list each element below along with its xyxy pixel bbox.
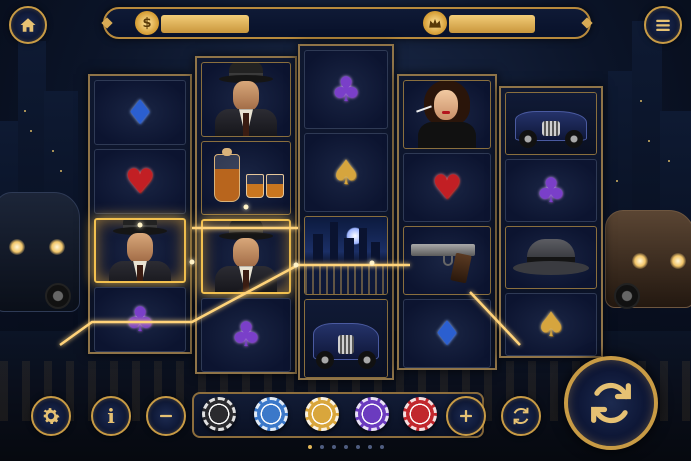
city-night-symbol — [305, 217, 387, 294]
reel-4: ♥ ♦ — [397, 74, 497, 370]
reel-cell: ♦ — [94, 80, 186, 145]
reel-cell — [304, 299, 388, 378]
fedora-hat-symbol — [511, 233, 591, 283]
reel-cell — [94, 218, 186, 283]
heart-symbol: ♥ — [431, 167, 463, 208]
page-dot[interactable] — [379, 445, 384, 449]
win-display — [449, 15, 535, 33]
gangster-symbol — [105, 220, 175, 281]
vintage-car-symbol — [305, 300, 387, 377]
spade-symbol: ♠ — [330, 152, 362, 193]
reel-cell — [505, 226, 597, 289]
autoplay-icon — [513, 407, 529, 425]
bet-increase-button[interactable] — [446, 396, 486, 436]
diamond-symbol: ♦ — [431, 313, 463, 354]
bet-decrease-button[interactable] — [146, 396, 186, 436]
reel-cell: ♣ — [304, 50, 388, 129]
vintage-car-right — [605, 210, 691, 309]
page-dot[interactable] — [367, 445, 372, 449]
reel-cell: ♣ — [505, 159, 597, 222]
chip-blue[interactable] — [254, 397, 288, 431]
plus-icon — [460, 410, 472, 422]
home-button[interactable] — [9, 6, 47, 44]
spade-symbol: ♠ — [535, 304, 567, 345]
info-button[interactable]: i — [91, 396, 131, 436]
autoplay-button[interactable] — [501, 396, 541, 436]
dollar-coin-icon: $ — [135, 11, 159, 35]
reel-cell: ♠ — [505, 293, 597, 356]
gangster-symbol — [211, 62, 281, 136]
chip-red[interactable] — [403, 397, 437, 431]
page-dot[interactable] — [355, 445, 360, 449]
lady-symbol — [412, 81, 482, 148]
diamond-symbol: ♦ — [124, 92, 156, 133]
home-icon — [20, 18, 36, 32]
reel-cell — [403, 80, 491, 149]
club-symbol: ♣ — [124, 299, 156, 340]
page-indicator — [0, 445, 691, 449]
chip-purple[interactable] — [355, 397, 389, 431]
settings-button[interactable] — [31, 396, 71, 436]
vintage-car-symbol — [506, 93, 596, 154]
heart-symbol: ♥ — [124, 161, 156, 202]
club-symbol: ♣ — [330, 69, 362, 110]
reel-cell — [201, 62, 291, 137]
reel-2: ♣ — [195, 56, 297, 374]
club-symbol: ♣ — [230, 314, 262, 355]
pistol-symbol — [407, 236, 487, 286]
hamburger-menu-icon — [656, 19, 670, 31]
bar-ornament-right — [581, 17, 593, 29]
info-icon: i — [107, 404, 115, 428]
spin-icon — [591, 382, 631, 424]
reel-cell: ♥ — [403, 153, 491, 222]
top-info-bar: $ — [101, 7, 593, 39]
reel-cell: ♣ — [94, 287, 186, 352]
reel-3: ♣ ♠ — [298, 44, 394, 380]
reel-cell: ♥ — [94, 149, 186, 214]
reel-cell — [201, 140, 291, 215]
reel-cell — [505, 92, 597, 155]
gear-icon — [43, 408, 60, 424]
reel-cell: ♠ — [304, 133, 388, 212]
spin-button[interactable] — [564, 356, 658, 450]
vintage-car-left — [0, 192, 80, 312]
page-dot[interactable] — [307, 445, 312, 449]
reel-5: ♣ ♠ — [499, 86, 603, 358]
page-dot[interactable] — [331, 445, 336, 449]
reel-1: ♦ ♥ ♣ — [88, 74, 192, 354]
reel-cell — [201, 219, 291, 294]
reel-cell — [304, 216, 388, 295]
reel-cell: ♦ — [403, 299, 491, 368]
chip-black[interactable] — [202, 397, 236, 431]
crown-icon — [423, 11, 447, 35]
menu-button[interactable] — [644, 6, 682, 44]
page-dot[interactable] — [343, 445, 348, 449]
page-dot[interactable] — [319, 445, 324, 449]
minus-icon — [160, 414, 172, 418]
whisky-symbol — [206, 147, 286, 208]
bar-ornament-left — [101, 17, 113, 29]
chip-gold[interactable] — [305, 397, 339, 431]
reel-cell — [403, 226, 491, 295]
gangster-symbol — [211, 220, 281, 292]
club-symbol: ♣ — [535, 170, 567, 211]
reel-cell: ♣ — [201, 297, 291, 372]
balance-display — [161, 15, 249, 33]
